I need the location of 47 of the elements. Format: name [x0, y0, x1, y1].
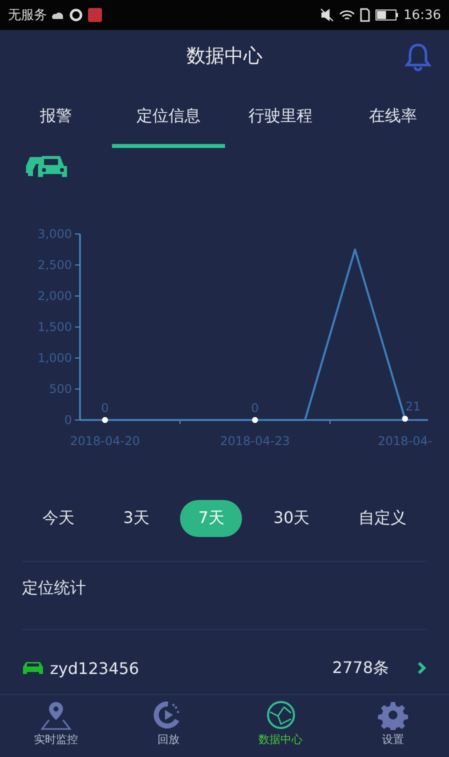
- x-tick-label: 2018-04-23: [220, 434, 290, 448]
- y-tick-label: 1,500: [38, 320, 72, 334]
- car-icon: [22, 661, 44, 675]
- data-label: 0: [251, 401, 259, 415]
- record-count: 2778条: [332, 658, 389, 678]
- y-tick-label: 3,000: [38, 227, 72, 241]
- tab[interactable]: 定位信息: [112, 88, 224, 148]
- carrier-text: 无服务: [8, 7, 47, 24]
- page-title: 数据中心: [186, 44, 262, 69]
- cloud-icon: [52, 11, 64, 19]
- tab[interactable]: 报警: [0, 88, 112, 148]
- nav-item[interactable]: 回放: [112, 695, 224, 757]
- data-label: 0: [101, 401, 109, 415]
- y-tick-label: 2,000: [38, 289, 72, 303]
- range-option[interactable]: 自定义: [340, 500, 425, 537]
- mute-icon: [320, 8, 334, 22]
- chevron-right-icon[interactable]: [417, 661, 427, 675]
- sim-icon: [360, 8, 370, 22]
- nav-item[interactable]: 实时监控: [0, 695, 112, 757]
- range-option[interactable]: 今天: [24, 500, 92, 537]
- section-title: 定位统计: [22, 578, 86, 597]
- y-tick-label: 1,000: [38, 351, 72, 365]
- app-icon: [88, 8, 102, 22]
- tab[interactable]: 在线率: [336, 88, 449, 148]
- range-option[interactable]: 30天: [255, 500, 328, 537]
- nav-item[interactable]: 设置: [336, 695, 449, 757]
- range-option[interactable]: 3天: [105, 500, 168, 537]
- y-tick-label: 2,500: [38, 258, 72, 272]
- data-point: [252, 417, 258, 423]
- x-tick-label: 2018-04-: [378, 434, 432, 448]
- data-point: [102, 417, 108, 423]
- data-label: 21: [405, 400, 421, 414]
- bell-icon[interactable]: [403, 42, 433, 72]
- x-tick-label: 2018-04-20: [70, 434, 140, 448]
- wifi-icon: [338, 8, 355, 22]
- y-tick-label: 0: [64, 413, 72, 427]
- data-point: [402, 416, 408, 422]
- battery-icon: [374, 9, 399, 21]
- y-tick-label: 500: [49, 382, 72, 396]
- app-icon: [69, 8, 83, 22]
- nav-item[interactable]: 数据中心: [224, 695, 337, 757]
- clock-time: 16:36: [404, 8, 441, 22]
- tab[interactable]: 行驶里程: [224, 88, 337, 148]
- location-pin-icon: [40, 700, 72, 730]
- vehicle-id: zyd123456: [50, 658, 140, 678]
- globe-network-icon: [266, 700, 296, 730]
- settings-icon: [378, 700, 408, 730]
